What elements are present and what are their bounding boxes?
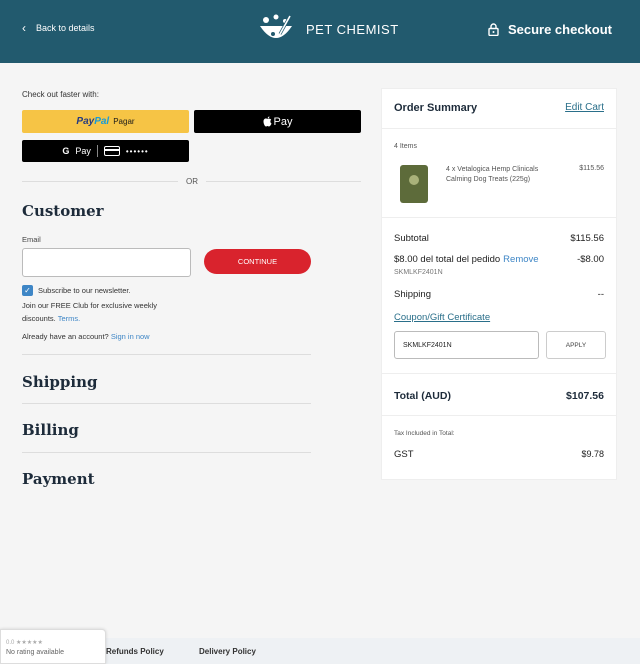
remove-discount-link[interactable]: Remove xyxy=(503,254,538,265)
payment-step-title[interactable]: Payment xyxy=(22,470,95,488)
google-g-icon: G xyxy=(62,146,70,156)
coupon-link[interactable]: Coupon/Gift Certificate xyxy=(394,312,490,323)
order-summary-title: Order Summary xyxy=(394,102,478,114)
product-name: 4 x Vetalogica Hemp Clinicals Calming Do… xyxy=(446,166,539,183)
divider xyxy=(22,354,311,355)
top-header: ‹ Back to details PET CHEMIST Secure che… xyxy=(0,0,640,63)
continue-button[interactable]: CONTINUE xyxy=(204,249,311,274)
divider xyxy=(382,217,616,218)
club-text: Join our FREE Club for exclusive weekly … xyxy=(22,301,158,323)
mortar-bowl-icon xyxy=(260,14,292,38)
account-text: Already have an account? xyxy=(22,332,109,341)
email-label: Email xyxy=(22,235,41,244)
sign-in-link[interactable]: Sign in now xyxy=(111,332,150,341)
discount-code: SKMLKF2401N xyxy=(394,269,443,276)
terms-link[interactable]: Terms. xyxy=(58,314,81,323)
secure-checkout: Secure checkout xyxy=(488,22,612,37)
discount-row: $8.00 del total del pedido Remove xyxy=(394,254,539,265)
newsletter-label: Subscribe to our newsletter. xyxy=(38,286,131,295)
card-icon xyxy=(103,146,120,156)
product-price: $115.56 xyxy=(579,165,604,172)
paypal-action: Pagar xyxy=(113,117,135,126)
items-count: 4 Items xyxy=(394,143,417,150)
shipping-value: -- xyxy=(597,289,604,300)
or-divider-right xyxy=(206,181,361,182)
back-label: Back to details xyxy=(36,23,95,33)
shipping-label: Shipping xyxy=(394,289,431,300)
brand-name: PET CHEMIST xyxy=(306,21,399,37)
divider xyxy=(22,403,311,404)
chevron-left-icon: ‹ xyxy=(22,21,26,35)
apple-pay-label: Pay xyxy=(273,115,293,128)
club-text-block: Join our FREE Club for exclusive weekly … xyxy=(22,299,192,325)
total-value: $107.56 xyxy=(566,390,604,402)
refunds-policy-link[interactable]: Refunds Policy xyxy=(106,647,164,656)
discount-label: $8.00 del total del pedido xyxy=(394,254,501,265)
discount-value: -$8.00 xyxy=(577,254,604,265)
account-prompt: Already have an account? Sign in now xyxy=(22,332,150,341)
pet-chemist-logo[interactable]: PET CHEMIST xyxy=(256,12,399,46)
gpay-label: Pay xyxy=(75,146,91,156)
billing-step-title[interactable]: Billing xyxy=(22,421,79,439)
paypal-button[interactable]: Pay Pal Pagar xyxy=(22,110,189,133)
paypal-word1: Pay xyxy=(76,116,95,127)
rating-stars: 0.0 ★★★★★ xyxy=(6,640,43,646)
lock-icon xyxy=(488,23,499,36)
gpay-card-masked: •••••• xyxy=(125,146,149,156)
product-image xyxy=(400,165,428,203)
rating-badge[interactable]: 0.0 ★★★★★ No rating available xyxy=(0,629,106,664)
gst-label: GST xyxy=(394,449,414,460)
rating-text: No rating available xyxy=(6,649,64,656)
newsletter-checkbox[interactable]: ✓ xyxy=(22,285,33,296)
subtotal-label: Subtotal xyxy=(394,233,429,244)
shipping-step-title[interactable]: Shipping xyxy=(22,373,98,391)
or-divider-left xyxy=(22,181,178,182)
email-field[interactable] xyxy=(22,248,191,277)
paypal-word2: Pal xyxy=(94,116,110,127)
secure-label: Secure checkout xyxy=(507,22,612,37)
gpay-separator xyxy=(96,145,98,157)
divider xyxy=(382,415,616,416)
customer-title: Customer xyxy=(22,202,104,220)
total-label: Total (AUD) xyxy=(394,390,451,402)
gst-value: $9.78 xyxy=(581,449,604,459)
apply-button[interactable]: APPLY xyxy=(546,331,606,359)
divider xyxy=(22,452,311,453)
edit-cart-link[interactable]: Edit Cart xyxy=(565,102,604,113)
apple-pay-button[interactable]: Pay xyxy=(194,110,361,133)
express-intro: Check out faster with: xyxy=(22,90,99,99)
subtotal-value: $115.56 xyxy=(570,233,604,244)
order-summary-panel: Order Summary Edit Cart 4 Items 4 x Veta… xyxy=(381,88,617,480)
or-label: OR xyxy=(186,177,198,186)
tax-label: Tax Included in Total: xyxy=(394,430,455,437)
coupon-field[interactable] xyxy=(394,331,539,359)
google-pay-button[interactable]: G Pay •••••• xyxy=(22,140,189,162)
divider xyxy=(382,373,616,374)
delivery-policy-link[interactable]: Delivery Policy xyxy=(199,647,256,656)
divider xyxy=(382,128,616,129)
back-to-details-link[interactable]: ‹ Back to details xyxy=(22,22,95,34)
apple-icon xyxy=(263,116,272,127)
